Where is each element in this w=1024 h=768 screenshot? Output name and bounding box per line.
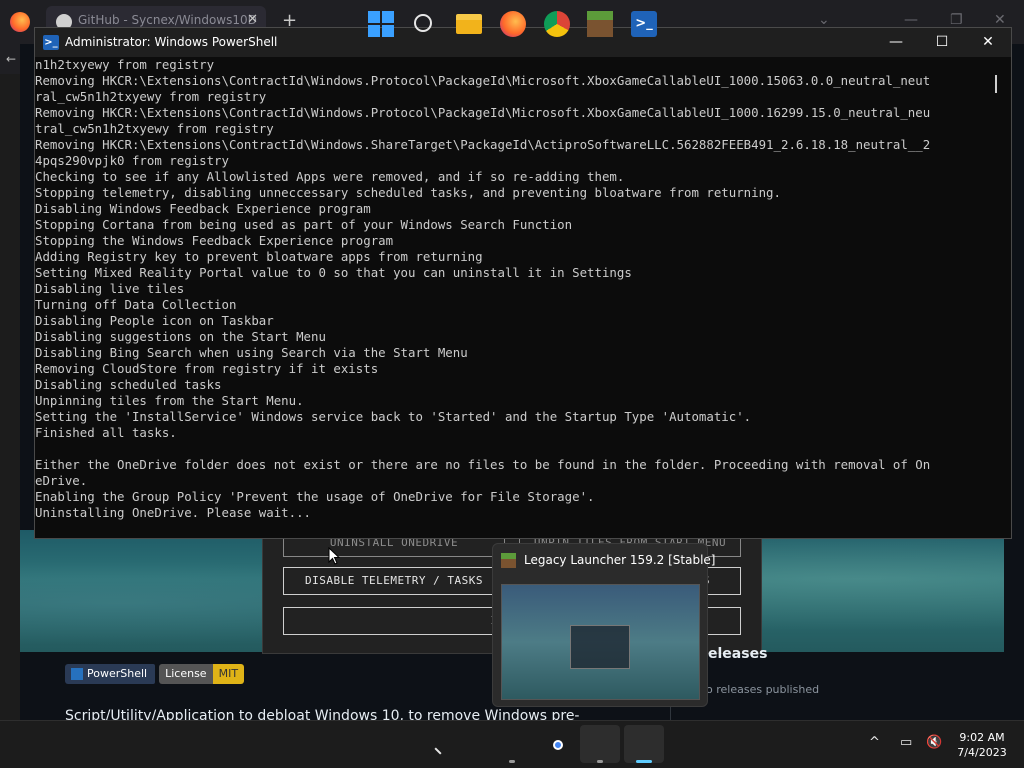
- license-badge-value[interactable]: MIT: [212, 664, 245, 684]
- terminal-line: Disabling live tiles: [35, 281, 185, 296]
- terminal-line: Removing CloudStore from registry if it …: [35, 361, 379, 376]
- powershell-badge[interactable]: PowerShell: [65, 664, 154, 684]
- releases-subtext: o releases published: [706, 683, 820, 696]
- desktop: GitHub - Sycnex/Windows10D ✕ + ⌄ — ❐ ✕ ←…: [0, 0, 1024, 768]
- releases-heading[interactable]: eleases: [708, 646, 767, 662]
- badge-end: [153, 664, 156, 684]
- back-arrow-icon[interactable]: ←: [0, 44, 20, 74]
- minecraft-active-highlight: [580, 725, 620, 763]
- scrollbar-thumb[interactable]: [995, 75, 997, 93]
- maximize-button[interactable]: ☐: [919, 28, 965, 57]
- disable-telemetry-button[interactable]: DISABLE TELEMETRY / TASKS: [283, 567, 505, 595]
- windows-logo-pane: [368, 11, 380, 23]
- minimize-button[interactable]: —: [873, 28, 919, 57]
- powershell-icon: >_: [43, 35, 59, 50]
- preview-title: Legacy Launcher 159.2 [Stable]: [524, 553, 716, 567]
- close-tab-icon[interactable]: ✕: [247, 12, 258, 27]
- terminal-line: Turning off Data Collection: [35, 297, 237, 312]
- windows-logo-pane: [382, 25, 394, 37]
- search-icon[interactable]: [414, 14, 432, 32]
- powershell-window[interactable]: >_ Administrator: Windows PowerShell — ☐…: [34, 27, 1012, 539]
- terminal-line: Stopping telemetry, disabling unneccessa…: [35, 185, 781, 200]
- start-button[interactable]: [368, 11, 394, 37]
- tray-chevron-icon[interactable]: ^: [869, 735, 880, 750]
- powershell-badge-label: PowerShell: [87, 667, 148, 680]
- file-explorer-icon[interactable]: [456, 14, 482, 34]
- volume-muted-icon[interactable]: 🔇: [926, 735, 942, 750]
- terminal-line: 4pqs290vpjk0 from registry: [35, 153, 229, 168]
- terminal-output[interactable]: n1h2txyewy from registry Removing HKCR:\E…: [35, 57, 997, 538]
- minimize-icon[interactable]: —: [904, 12, 918, 28]
- terminal-line: Setting Mixed Reality Portal value to 0 …: [35, 265, 632, 280]
- terminal-line: Disabling Windows Feedback Experience pr…: [35, 201, 371, 216]
- chrome-icon[interactable]: [544, 11, 570, 37]
- minecraft-taskbar-icon[interactable]: [587, 11, 613, 37]
- terminal-line: Removing HKCR:\Extensions\ContractId\Win…: [35, 73, 931, 88]
- terminal-line: Adding Registry key to prevent bloatware…: [35, 249, 483, 264]
- browser-tab-title: GitHub - Sycnex/Windows10D: [78, 13, 257, 27]
- powershell-active-highlight: [624, 725, 664, 763]
- terminal-line: Finished all tasks.: [35, 425, 177, 440]
- windows-logo-pane: [368, 25, 380, 37]
- terminal-line: Disabling People icon on Taskbar: [35, 313, 274, 328]
- chrome-icon-center: [553, 740, 563, 750]
- license-badge-label[interactable]: License: [159, 664, 213, 684]
- terminal-line: tral_cw5n1h2txyewy from registry: [35, 121, 274, 136]
- minecraft-running-indicator: [597, 760, 603, 763]
- repo-badges: PowerShell License MIT: [65, 664, 245, 684]
- clock-time: 9:02 AM: [959, 731, 1005, 744]
- terminal-line: Disabling scheduled tasks: [35, 377, 222, 392]
- minecraft-icon: [501, 553, 516, 568]
- powershell-active-indicator: [636, 760, 652, 763]
- terminal-line: n1h2txyewy from registry: [35, 57, 215, 72]
- thumbnail-dialog: [570, 625, 630, 669]
- terminal-line: Unpinning tiles from the Start Menu.: [35, 393, 304, 408]
- close-button[interactable]: ✕: [965, 28, 1011, 57]
- firefox-icon[interactable]: [10, 12, 30, 32]
- powershell-taskbar-icon[interactable]: >_: [631, 11, 657, 37]
- terminal-line: eDrive.: [35, 473, 88, 488]
- close-icon[interactable]: ✕: [994, 12, 1006, 28]
- terminal-line: Enabling the Group Policy 'Prevent the u…: [35, 489, 595, 504]
- terminal-line: Removing HKCR:\Extensions\ContractId\Win…: [35, 137, 931, 152]
- terminal-line: ral_cw5n1h2txyewy from registry: [35, 89, 267, 104]
- firefox-taskbar-icon[interactable]: [500, 11, 526, 37]
- powershell-title-bar[interactable]: >_ Administrator: Windows PowerShell — ☐…: [35, 28, 1011, 57]
- chevron-down-icon[interactable]: ⌄: [818, 12, 830, 28]
- terminal-line: Checking to see if any Allowlisted Apps …: [35, 169, 625, 184]
- terminal-line: Disabling suggestions on the Start Menu: [35, 329, 326, 344]
- network-icon[interactable]: ▭: [900, 735, 912, 750]
- terminal-line: Either the OneDrive folder does not exis…: [35, 457, 931, 472]
- windows-logo-pane: [382, 11, 394, 23]
- firefox-running-indicator: [509, 760, 515, 763]
- terminal-line: Setting the 'InstallService' Windows ser…: [35, 409, 752, 424]
- terminal-line: Uninstalling OneDrive. Please wait...: [35, 505, 312, 520]
- restore-icon[interactable]: ❐: [950, 12, 963, 28]
- clock-date: 7/4/2023: [957, 746, 1007, 759]
- terminal-line: Stopping the Windows Feedback Experience…: [35, 233, 394, 248]
- taskbar-preview[interactable]: Legacy Launcher 159.2 [Stable]: [492, 543, 715, 707]
- taskbar-clock[interactable]: 9:02 AM 7/4/2023: [950, 730, 1014, 760]
- terminal-line: Stopping Cortana from being used as part…: [35, 217, 573, 232]
- preview-thumbnail[interactable]: [501, 584, 700, 700]
- terminal-line: Removing HKCR:\Extensions\ContractId\Win…: [35, 105, 931, 120]
- powershell-badge-icon: [71, 668, 83, 680]
- window-title: Administrator: Windows PowerShell: [65, 35, 278, 49]
- terminal-line: Disabling Bing Search when using Search …: [35, 345, 468, 360]
